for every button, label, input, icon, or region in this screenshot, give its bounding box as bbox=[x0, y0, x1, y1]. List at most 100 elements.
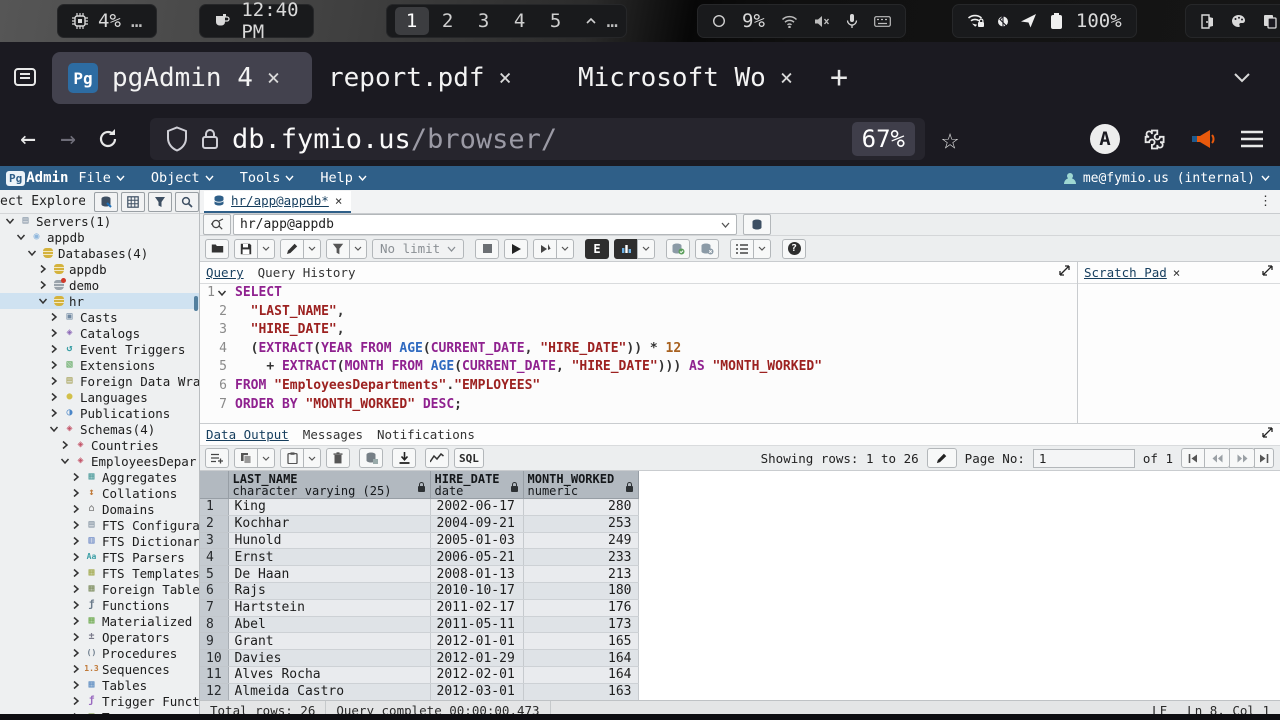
tree-item-catalogs[interactable]: ◈Catalogs bbox=[0, 325, 199, 341]
chevron-right-icon[interactable] bbox=[71, 600, 81, 610]
chevron-right-icon[interactable] bbox=[38, 264, 48, 274]
commit-button[interactable] bbox=[666, 239, 690, 259]
grid-corner-cell[interactable] bbox=[200, 471, 228, 499]
next-page-button[interactable] bbox=[1229, 448, 1255, 468]
row-number-cell[interactable]: 2 bbox=[200, 515, 228, 532]
copy-caret[interactable] bbox=[257, 448, 275, 468]
hire-date-cell[interactable]: 2012-01-29 bbox=[430, 650, 523, 667]
hire-date-cell[interactable]: 2012-03-01 bbox=[430, 683, 523, 700]
chevron-down-icon[interactable] bbox=[49, 424, 59, 434]
copy-button[interactable] bbox=[234, 448, 258, 468]
chevron-right-icon[interactable] bbox=[71, 680, 81, 690]
last-name-cell[interactable]: Davies bbox=[228, 650, 430, 667]
filter-button[interactable] bbox=[326, 239, 350, 259]
filter-options-caret[interactable] bbox=[349, 239, 367, 259]
chevron-right-icon[interactable] bbox=[71, 696, 81, 706]
hire-date-cell[interactable]: 2012-01-01 bbox=[430, 633, 523, 650]
explain-caret[interactable] bbox=[637, 239, 655, 259]
stats-widget[interactable]: 9% bbox=[697, 4, 906, 38]
tree-item-appdb[interactable]: ◉appdb bbox=[0, 229, 199, 245]
back-button[interactable]: ← bbox=[8, 124, 48, 154]
menu-tools[interactable]: Tools bbox=[240, 170, 295, 186]
hire-date-cell[interactable]: 2010-10-17 bbox=[430, 582, 523, 599]
month-worked-cell[interactable]: 163 bbox=[523, 683, 638, 700]
tree-item-sequences[interactable]: 1.3Sequences bbox=[0, 661, 199, 677]
row-number-cell[interactable]: 1 bbox=[200, 499, 228, 516]
edit-button[interactable] bbox=[280, 239, 304, 259]
chevron-right-icon[interactable] bbox=[71, 664, 81, 674]
workspace-5[interactable]: 5 bbox=[539, 7, 573, 35]
chevron-down-icon[interactable] bbox=[5, 216, 15, 226]
editor-code[interactable]: SELECT "LAST_NAME", "HIRE_DATE", (EXTRAC… bbox=[230, 284, 1077, 423]
tree-item-procedures[interactable]: ()Procedures bbox=[0, 645, 199, 661]
chevron-right-icon[interactable] bbox=[49, 360, 59, 370]
hire-date-cell[interactable]: 2006-05-21 bbox=[430, 549, 523, 566]
extensions-puzzle-icon[interactable] bbox=[1142, 126, 1168, 152]
files-icon[interactable] bbox=[1263, 14, 1277, 29]
reload-button[interactable] bbox=[88, 127, 128, 151]
last-name-cell[interactable]: Alves Rocha bbox=[228, 666, 430, 683]
edit-options-caret[interactable] bbox=[303, 239, 321, 259]
tree-item-hr[interactable]: hr bbox=[0, 293, 199, 309]
save-data-changes-button[interactable] bbox=[359, 448, 383, 468]
chevron-right-icon[interactable] bbox=[71, 552, 81, 562]
last-name-cell[interactable]: Ernst bbox=[228, 549, 430, 566]
month-worked-cell[interactable]: 180 bbox=[523, 582, 638, 599]
graph-visualiser-button[interactable] bbox=[425, 448, 449, 468]
chevron-down-icon[interactable] bbox=[27, 248, 37, 258]
cpu-widget[interactable]: 4% … bbox=[57, 4, 157, 38]
chevron-right-icon[interactable] bbox=[49, 328, 59, 338]
execute-options-button[interactable] bbox=[533, 239, 557, 259]
tree-item-countries[interactable]: ◈Countries bbox=[0, 437, 199, 453]
last-name-cell[interactable]: Rajs bbox=[228, 582, 430, 599]
tab-scratch-pad[interactable]: Scratch Pad × bbox=[1084, 262, 1180, 283]
firefox-view-icon[interactable] bbox=[12, 64, 38, 90]
macros-caret[interactable] bbox=[753, 239, 771, 259]
chevron-right-icon[interactable] bbox=[71, 632, 81, 642]
download-results-button[interactable] bbox=[392, 448, 416, 468]
chevron-right-icon[interactable] bbox=[49, 312, 59, 322]
month-worked-cell[interactable]: 164 bbox=[523, 650, 638, 667]
menu-object[interactable]: Object bbox=[151, 170, 214, 186]
chevron-right-icon[interactable] bbox=[38, 280, 48, 290]
paste-button[interactable] bbox=[280, 448, 304, 468]
hire-date-cell[interactable]: 2002-06-17 bbox=[430, 499, 523, 516]
tree-item-fts-parsers[interactable]: AaFTS Parsers bbox=[0, 549, 199, 565]
forward-button[interactable]: → bbox=[48, 124, 88, 154]
chevron-right-icon[interactable] bbox=[49, 344, 59, 354]
tree-item-databases-4-[interactable]: Databases(4) bbox=[0, 245, 199, 261]
month-worked-cell[interactable]: 233 bbox=[523, 549, 638, 566]
chevron-right-icon[interactable] bbox=[71, 568, 81, 578]
tree-item-appdb[interactable]: appdb bbox=[0, 261, 199, 277]
tree-item-fts-dictionar[interactable]: ▥FTS Dictionar bbox=[0, 533, 199, 549]
row-number-cell[interactable]: 7 bbox=[200, 599, 228, 616]
row-number-cell[interactable]: 4 bbox=[200, 549, 228, 566]
tree-item-functions[interactable]: ƒFunctions bbox=[0, 597, 199, 613]
first-page-button[interactable] bbox=[1181, 448, 1205, 468]
menu-help[interactable]: Help bbox=[320, 170, 367, 186]
row-number-cell[interactable]: 9 bbox=[200, 633, 228, 650]
tab-query-history[interactable]: Query History bbox=[258, 262, 356, 283]
browser-tab-2[interactable]: report.pdf× bbox=[312, 52, 562, 104]
execute-caret[interactable] bbox=[556, 239, 574, 259]
hire-date-cell[interactable]: 2011-02-17 bbox=[430, 599, 523, 616]
lock-icon[interactable] bbox=[200, 126, 220, 152]
stop-button[interactable] bbox=[475, 239, 499, 259]
close-tab-icon[interactable]: × bbox=[335, 193, 343, 208]
row-number-cell[interactable]: 3 bbox=[200, 532, 228, 549]
month-worked-cell[interactable]: 249 bbox=[523, 532, 638, 549]
workspace-3[interactable]: 3 bbox=[467, 7, 501, 35]
last-name-cell[interactable]: Grant bbox=[228, 633, 430, 650]
close-tab-icon[interactable]: × bbox=[780, 66, 793, 91]
bookmark-star-icon[interactable]: ☆ bbox=[941, 122, 959, 157]
connection-select[interactable]: hr/app@appdb bbox=[233, 214, 737, 235]
column-header-last_name[interactable]: LAST_NAMEcharacter varying (25) bbox=[228, 471, 430, 499]
workspace-1[interactable]: 1 bbox=[395, 7, 429, 35]
browser-tab-1[interactable]: PgpgAdmin 4× bbox=[52, 52, 312, 104]
expand-icon[interactable] bbox=[1059, 265, 1070, 276]
chevron-right-icon[interactable] bbox=[49, 376, 59, 386]
last-name-cell[interactable]: Abel bbox=[228, 616, 430, 633]
close-scratch-icon[interactable]: × bbox=[1173, 265, 1181, 280]
chevron-up-icon[interactable] bbox=[585, 17, 597, 25]
save-options-caret[interactable] bbox=[257, 239, 275, 259]
